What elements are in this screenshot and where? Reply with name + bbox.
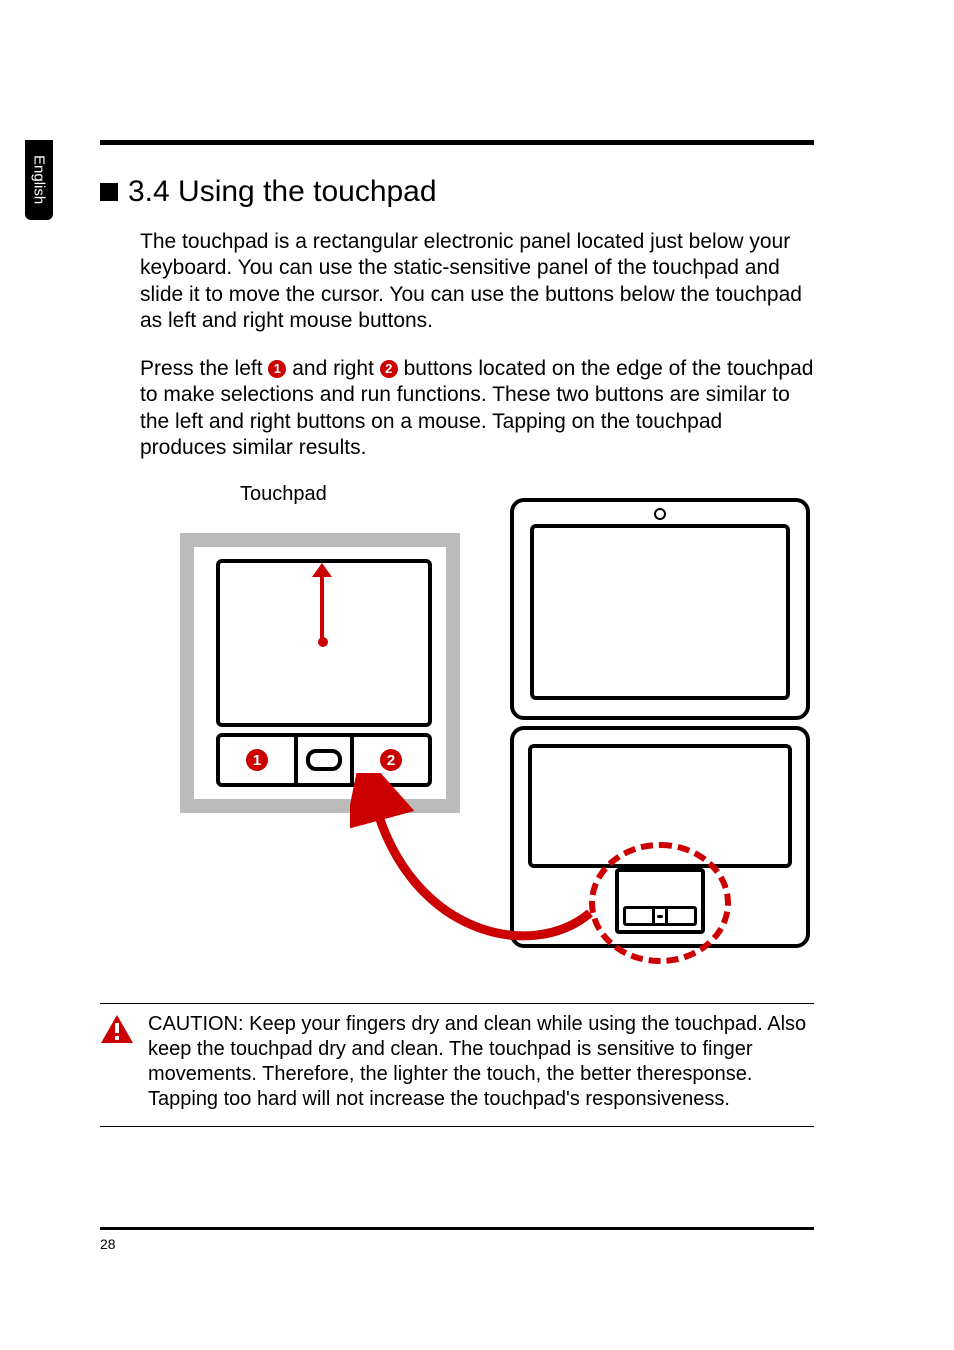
touchpad-dot-icon: [318, 637, 328, 647]
top-divider: [100, 140, 814, 145]
touchpad-zoom-panel: 1 2: [180, 533, 460, 813]
footer-divider: [100, 1227, 814, 1230]
laptop-touchpad-icon: [615, 868, 705, 934]
intro-paragraph-1: The touchpad is a rectangular electronic…: [100, 229, 814, 334]
para2-a: Press the left: [140, 357, 268, 380]
touchpad-fingerprint-box: [298, 737, 350, 783]
touchpad-label: Touchpad: [240, 483, 327, 506]
caution-text: CAUTION: Keep your fingers dry and clean…: [148, 1012, 814, 1112]
heading-text: 3.4 Using the touchpad: [128, 175, 437, 209]
heading-bullet-icon: [100, 183, 118, 201]
laptop-screen-frame: [510, 498, 810, 720]
callout-2-icon: 2: [380, 749, 402, 771]
caution-block: CAUTION: Keep your fingers dry and clean…: [100, 1003, 814, 1127]
laptop-screen: [530, 524, 790, 700]
laptop-touchpad-buttons-icon: [623, 906, 697, 926]
callout-1-inline-icon: 1: [268, 360, 286, 378]
webcam-icon: [654, 508, 666, 520]
callout-1-icon: 1: [246, 749, 268, 771]
touchpad-left-button: 1: [220, 737, 298, 783]
para2-b: and right: [286, 357, 379, 380]
page-number: 28: [100, 1236, 116, 1252]
zoom-arrow-icon: [350, 773, 610, 963]
touchpad-diagram: Touchpad 1 2: [150, 483, 810, 973]
section-heading: 3.4 Using the touchpad: [100, 175, 814, 209]
fingerprint-sensor-icon: [306, 749, 342, 771]
manual-page: English 3.4 Using the touchpad The touch…: [0, 0, 954, 1350]
language-tab: English: [25, 140, 53, 220]
intro-paragraph-2: Press the left 1 and right 2 buttons loc…: [100, 356, 814, 461]
callout-2-inline-icon: 2: [380, 360, 398, 378]
warning-icon: [100, 1014, 134, 1044]
